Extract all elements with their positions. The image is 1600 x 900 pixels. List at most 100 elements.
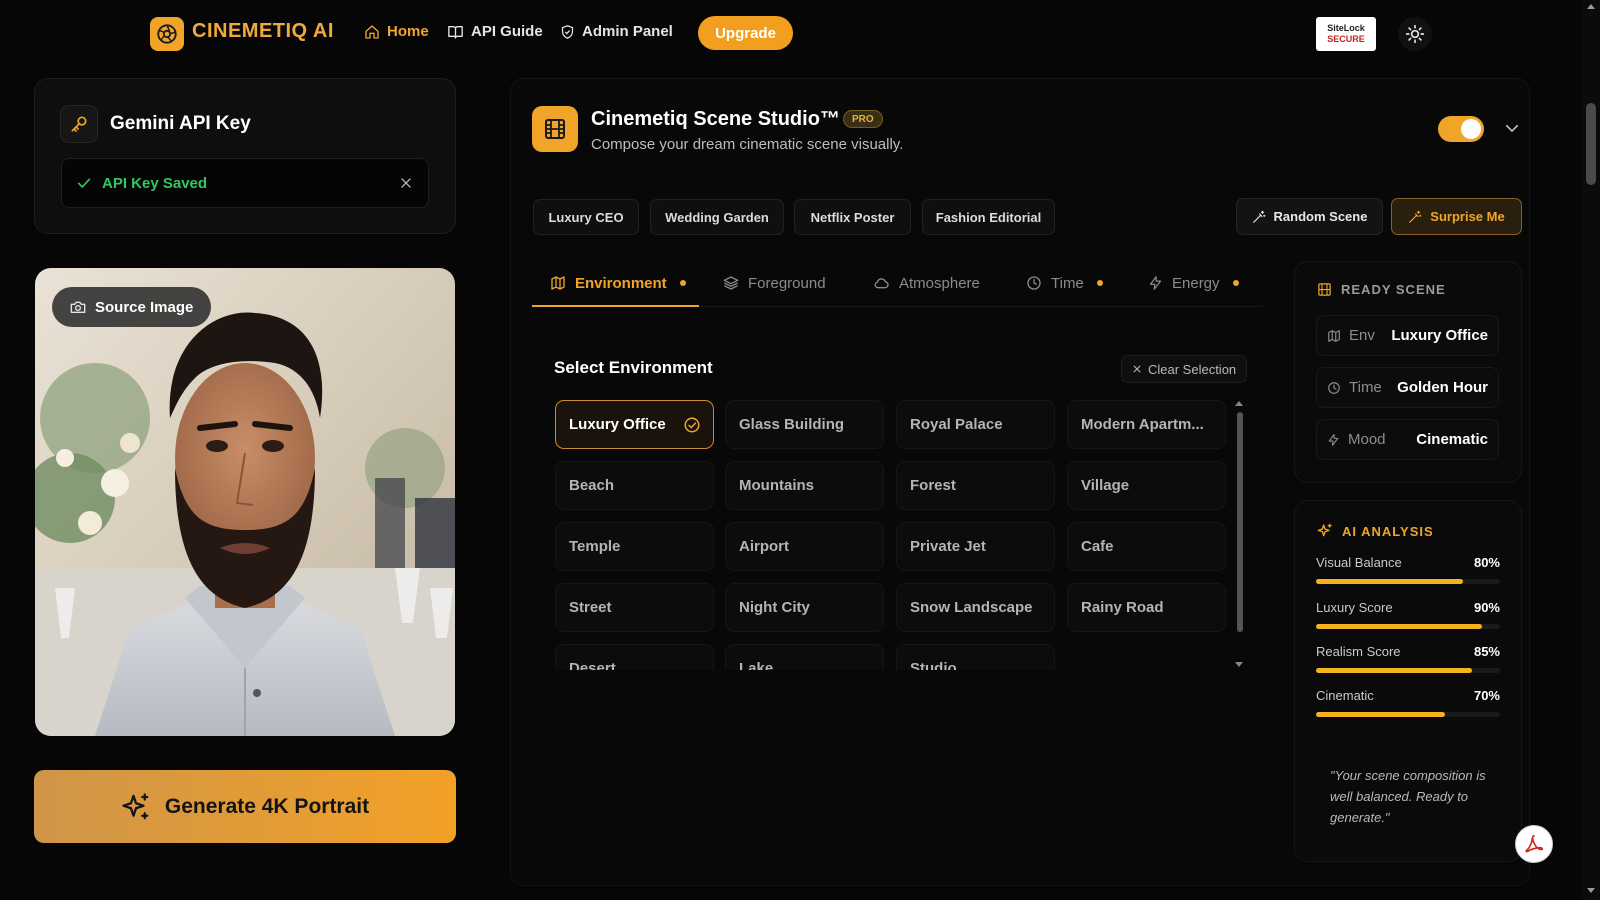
nav-api-guide[interactable]: API Guide xyxy=(447,23,543,40)
time-value: Golden Hour xyxy=(1397,379,1488,396)
nav-admin-panel[interactable]: Admin Panel xyxy=(560,23,673,40)
portrait-image xyxy=(35,268,455,736)
grid-scrollbar-thumb[interactable] xyxy=(1237,412,1243,632)
api-key-title: Gemini API Key xyxy=(110,113,251,134)
key-icon-box xyxy=(60,105,98,143)
page-scroll-down[interactable] xyxy=(1587,888,1595,893)
clear-selection-label: Clear Selection xyxy=(1148,361,1237,377)
scroll-down-arrow[interactable] xyxy=(1235,662,1243,667)
metric-value: 70% xyxy=(1473,688,1500,703)
api-key-panel xyxy=(34,78,456,234)
lightning-icon xyxy=(1149,276,1162,290)
tab-time[interactable]: Time xyxy=(1026,268,1103,298)
aperture-icon xyxy=(157,24,177,44)
environment-option[interactable]: Luxury Office xyxy=(555,400,714,449)
environment-option[interactable]: Night City xyxy=(725,583,884,632)
surprise-me-button[interactable]: Surprise Me xyxy=(1391,198,1522,235)
environment-option[interactable]: Rainy Road xyxy=(1067,583,1226,632)
environment-option-label: Cafe xyxy=(1081,538,1114,555)
metric-label: Visual Balance xyxy=(1316,555,1402,570)
studio-title: Cinemetiq Scene Studio™ xyxy=(591,108,840,130)
tab-foreground[interactable]: Foreground xyxy=(723,268,826,298)
environment-option-label: Beach xyxy=(569,477,615,494)
environment-option[interactable]: Temple xyxy=(555,522,714,571)
environment-option[interactable]: Beach xyxy=(555,461,714,510)
source-image[interactable] xyxy=(35,268,455,736)
env-value: Luxury Office xyxy=(1391,327,1488,344)
scroll-up-arrow[interactable] xyxy=(1235,401,1243,406)
environment-option-label: Royal Palace xyxy=(910,416,1003,433)
tab-energy[interactable]: Energy xyxy=(1148,268,1239,298)
environment-option[interactable]: Lake xyxy=(725,644,884,670)
environment-option-label: Rainy Road xyxy=(1081,599,1164,616)
pdf-icon xyxy=(1525,834,1544,853)
environment-option[interactable]: Royal Palace xyxy=(896,400,1055,449)
ready-scene-env: Env Luxury Office xyxy=(1316,315,1499,356)
preset-luxury-ceo[interactable]: Luxury CEO xyxy=(533,199,639,235)
environment-option-label: Glass Building xyxy=(739,416,845,433)
metric-bar xyxy=(1316,712,1500,717)
pdf-button[interactable] xyxy=(1515,825,1553,863)
clock-icon xyxy=(1027,276,1041,290)
clear-api-key-button[interactable] xyxy=(399,176,413,190)
brand-logo[interactable] xyxy=(150,17,184,51)
ready-scene-mood: Mood Cinematic xyxy=(1316,419,1499,460)
sun-icon xyxy=(1405,24,1425,44)
environment-option-label: Lake xyxy=(739,660,774,670)
tab-atmosphere[interactable]: Atmosphere xyxy=(873,268,980,298)
ai-analysis-title: AI ANALYSIS xyxy=(1342,523,1434,539)
collapse-button[interactable] xyxy=(1503,119,1521,137)
metric-bar-fill xyxy=(1316,624,1482,629)
sitelock-badge[interactable]: SiteLock SECURE xyxy=(1316,17,1376,51)
studio-subtitle: Compose your dream cinematic scene visua… xyxy=(591,136,904,153)
environment-option[interactable]: Studio xyxy=(896,644,1055,670)
environment-option-label: Night City xyxy=(739,599,810,616)
random-scene-button[interactable]: Random Scene xyxy=(1236,198,1383,235)
environment-option[interactable]: Cafe xyxy=(1067,522,1226,571)
analysis-quote: "Your scene composition is well balanced… xyxy=(1330,768,1486,825)
page-scroll-up[interactable] xyxy=(1587,4,1595,9)
source-image-badge: Source Image xyxy=(52,287,212,327)
ready-scene-header: READY SCENE xyxy=(1317,282,1446,297)
environment-option[interactable]: Street xyxy=(555,583,714,632)
metric-bar xyxy=(1316,579,1500,584)
generate-portrait-button[interactable]: Generate 4K Portrait xyxy=(34,770,456,843)
shield-icon xyxy=(561,24,574,39)
theme-toggle-button[interactable] xyxy=(1398,17,1432,51)
tab-environment[interactable]: Environment xyxy=(550,268,686,298)
metric-label: Realism Score xyxy=(1316,644,1401,659)
check-icon xyxy=(77,178,91,188)
metric-label: Cinematic xyxy=(1316,688,1374,703)
tab-atmosphere-label: Atmosphere xyxy=(899,274,980,292)
metric-label: Luxury Score xyxy=(1316,600,1393,615)
close-icon xyxy=(1133,365,1141,373)
environment-option[interactable]: Forest xyxy=(896,461,1055,510)
tab-environment-dot xyxy=(679,280,686,286)
environment-option[interactable]: Snow Landscape xyxy=(896,583,1055,632)
nav-home[interactable]: Home xyxy=(364,23,429,40)
api-key-status: API Key Saved xyxy=(61,158,429,208)
environment-option-label: Airport xyxy=(739,538,789,555)
select-environment-title: Select Environment xyxy=(554,358,713,377)
clear-selection-button[interactable]: Clear Selection xyxy=(1121,355,1248,383)
preset-wedding-garden[interactable]: Wedding Garden xyxy=(650,199,784,235)
page-scrollbar-thumb[interactable] xyxy=(1586,103,1596,185)
ready-scene-title: READY SCENE xyxy=(1341,282,1446,297)
environment-option[interactable]: Glass Building xyxy=(725,400,884,449)
environment-option-label: Forest xyxy=(910,477,956,494)
nav-api-guide-label: API Guide xyxy=(471,23,543,40)
environment-option[interactable]: Village xyxy=(1067,461,1226,510)
tab-time-dot xyxy=(1096,280,1103,286)
environment-option[interactable]: Mountains xyxy=(725,461,884,510)
upgrade-button[interactable]: Upgrade xyxy=(698,16,793,50)
brand-name[interactable]: CINEMETIQ AI xyxy=(192,20,334,43)
preset-netflix-poster[interactable]: Netflix Poster xyxy=(794,199,911,235)
ready-scene-time: Time Golden Hour xyxy=(1316,367,1499,408)
random-scene-label: Random Scene xyxy=(1273,209,1368,224)
environment-option[interactable]: Desert xyxy=(555,644,714,670)
environment-option[interactable]: Modern Apartm... xyxy=(1067,400,1226,449)
studio-toggle[interactable] xyxy=(1438,116,1484,142)
environment-option[interactable]: Airport xyxy=(725,522,884,571)
preset-fashion-editorial[interactable]: Fashion Editorial xyxy=(922,199,1055,235)
environment-option[interactable]: Private Jet xyxy=(896,522,1055,571)
